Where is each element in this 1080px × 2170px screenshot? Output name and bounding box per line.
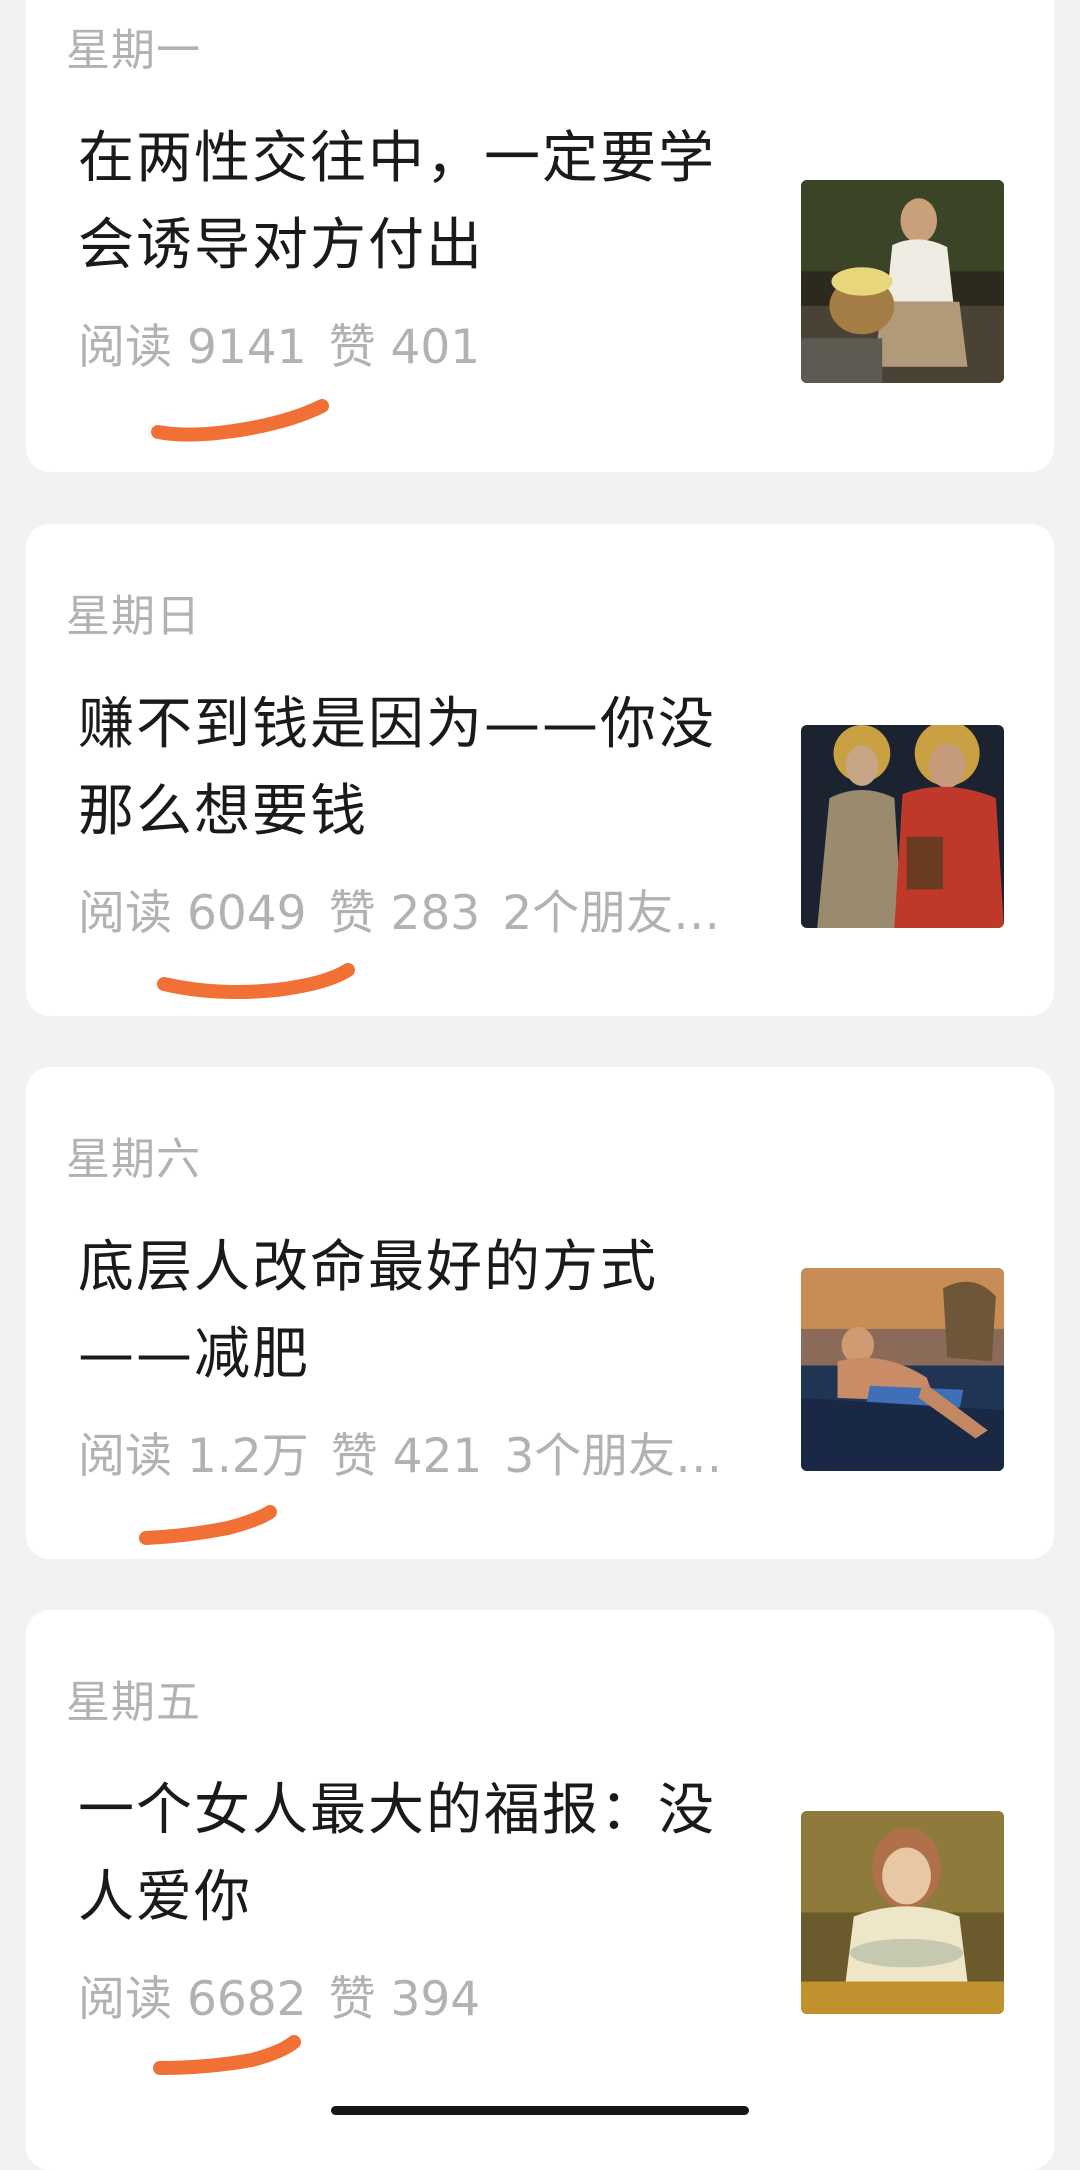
home-indicator[interactable] (331, 2106, 749, 2115)
like-count: 赞 283 (328, 886, 481, 941)
article-title[interactable]: 一个女人最大的福报：没人爱你 (78, 1767, 768, 1941)
article-stats: 阅读 6049 赞 283 2个朋友… (78, 874, 778, 943)
like-count: 赞 401 (328, 320, 481, 375)
article-card[interactable]: 星期一 在两性交往中，一定要学会诱导对方付出 阅读 9141 赞 401 (26, 0, 1054, 472)
weekday-label: 星期五 (66, 1677, 201, 1728)
article-title[interactable]: 赚不到钱是因为——你没那么想要钱 (78, 681, 768, 855)
like-count: 赞 421 (330, 1429, 483, 1484)
read-count: 阅读 1.2万 (78, 1429, 309, 1484)
weekday-label: 星期一 (66, 25, 201, 76)
article-thumbnail[interactable] (801, 180, 1004, 383)
article-card[interactable]: 星期日 赚不到钱是因为——你没那么想要钱 阅读 6049 赞 283 2个朋友… (26, 524, 1054, 1016)
read-count: 阅读 6049 (78, 886, 307, 941)
article-stats: 阅读 9141 赞 401 (78, 308, 778, 377)
article-title[interactable]: 底层人改命最好的方式——减肥 (78, 1224, 768, 1398)
friend-read-count: 3个朋友… (504, 1429, 723, 1484)
article-thumbnail[interactable] (801, 1268, 1004, 1471)
read-count: 阅读 9141 (78, 320, 307, 375)
article-thumbnail[interactable] (801, 1811, 1004, 2014)
article-stats: 阅读 1.2万赞 421 3个朋友… (78, 1417, 778, 1486)
friend-read-count: 2个朋友… (502, 886, 721, 941)
article-title[interactable]: 在两性交往中，一定要学会诱导对方付出 (78, 115, 768, 289)
article-card[interactable]: 星期六 底层人改命最好的方式——减肥 阅读 1.2万赞 421 3个朋友… (26, 1067, 1054, 1559)
like-count: 赞 394 (328, 1972, 481, 2027)
article-card[interactable]: 星期五 一个女人最大的福报：没人爱你 阅读 6682 赞 394 (26, 1610, 1054, 2170)
read-count: 阅读 6682 (78, 1972, 307, 2027)
article-thumbnail[interactable] (801, 725, 1004, 928)
weekday-label: 星期日 (66, 591, 201, 642)
weekday-label: 星期六 (66, 1134, 201, 1185)
article-stats: 阅读 6682 赞 394 (78, 1960, 778, 2029)
